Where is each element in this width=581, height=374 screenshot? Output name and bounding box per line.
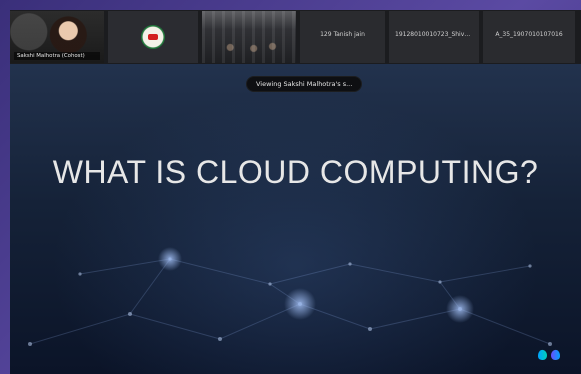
- participant-name: 19128010010723_Shivaye: [395, 31, 473, 38]
- webex-logo-icon: [538, 349, 560, 360]
- shared-screen-stage: Viewing Sakshi Malhotra's s... WHAT IS C…: [10, 64, 581, 374]
- participant-name: 129 Tanish jain: [320, 31, 365, 38]
- participants-strip: Sakshi Malhotra (Cohost) 129 Tanish jain…: [10, 10, 581, 64]
- slide-title: WHAT IS CLOUD COMPUTING?: [52, 154, 539, 190]
- participant-name: Sakshi Malhotra (Cohost): [14, 52, 100, 60]
- viewing-indicator[interactable]: Viewing Sakshi Malhotra's s...: [246, 76, 363, 92]
- participant-tile-classroom[interactable]: [202, 11, 296, 63]
- participant-tile-logo[interactable]: [108, 11, 198, 63]
- network-background-graphic: [28, 247, 552, 346]
- institution-logo-icon: [141, 25, 165, 49]
- participant-tile-tanish[interactable]: 129 Tanish jain: [300, 11, 385, 63]
- participant-tile-shivaye[interactable]: 19128010010723_Shivaye: [389, 11, 479, 63]
- participant-tile-sakshi[interactable]: Sakshi Malhotra (Cohost): [10, 11, 104, 63]
- participant-name: A_35_1907010107016: [495, 31, 563, 38]
- participant-video: [202, 11, 296, 63]
- participant-tile-a35[interactable]: A_35_1907010107016: [483, 11, 575, 63]
